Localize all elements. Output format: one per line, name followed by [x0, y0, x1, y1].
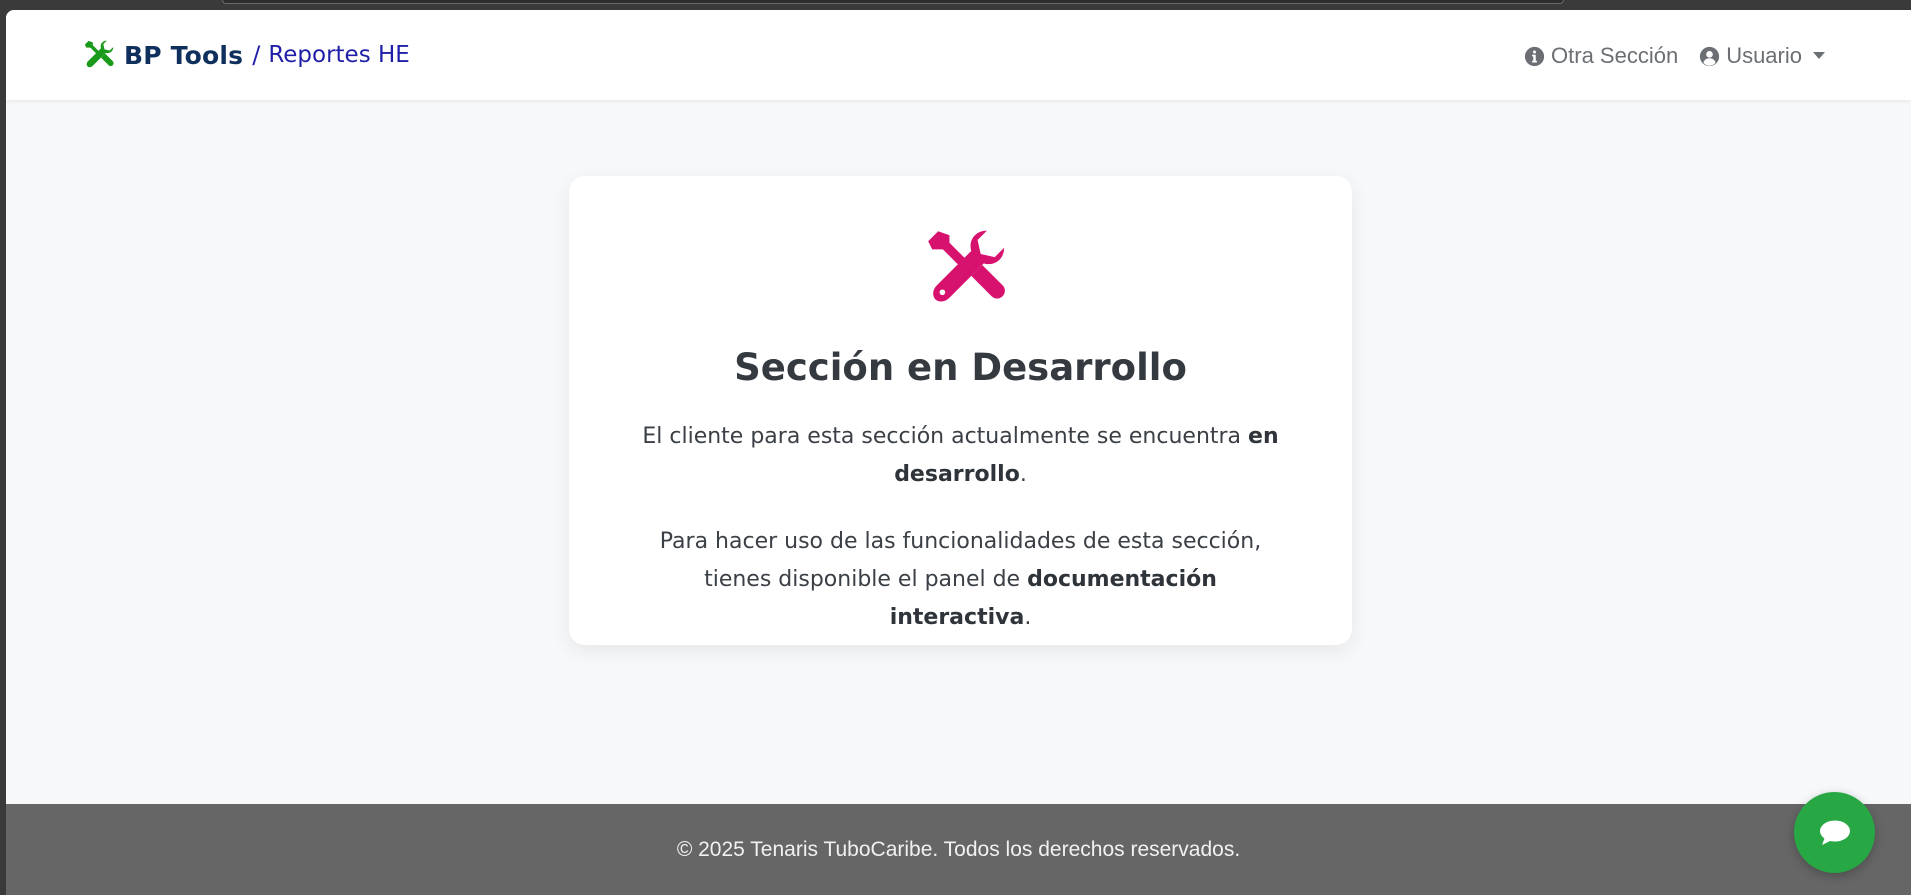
info-circle-icon — [1524, 46, 1545, 66]
nav-link-label: Otra Sección — [1551, 43, 1679, 68]
brand-separator: / — [252, 41, 261, 69]
browser-frame: BP Tools / Reportes HE Otra Sección Usua… — [0, 0, 1911, 895]
brand-name: BP Tools — [124, 40, 244, 70]
chat-bubble-icon — [1819, 820, 1850, 845]
card-title: Sección en Desarrollo — [734, 346, 1187, 389]
brand-subtitle: Reportes HE — [268, 42, 410, 68]
card-paragraph-1: El cliente para esta sección actualmente… — [633, 418, 1288, 494]
page: BP Tools / Reportes HE Otra Sección Usua… — [6, 10, 1911, 895]
navbar: BP Tools / Reportes HE Otra Sección Usua… — [6, 10, 1911, 100]
user-label: Usuario — [1726, 43, 1802, 68]
brand[interactable]: BP Tools / Reportes HE — [84, 37, 410, 73]
card-paragraph-2: Para hacer uso de las funcionalidades de… — [633, 523, 1288, 637]
development-notice-card: Sección en Desarrollo El cliente para es… — [569, 176, 1352, 645]
browser-address-strip — [222, 0, 1564, 4]
footer-copyright: © 2025 Tenaris TuboCaribe. Todos los der… — [676, 837, 1241, 861]
footer: © 2025 Tenaris TuboCaribe. Todos los der… — [6, 804, 1911, 895]
nav-link-otra-seccion[interactable]: Otra Sección — [1524, 43, 1678, 69]
tools-icon — [84, 40, 114, 68]
caret-down-icon — [1813, 52, 1825, 59]
tools-icon — [928, 230, 1005, 302]
user-circle-icon — [1700, 46, 1720, 66]
nav-links: Otra Sección Usuario — [1524, 38, 1825, 74]
user-dropdown-toggle[interactable]: Usuario — [1699, 43, 1825, 69]
paragraph-text: El cliente para esta sección actualmente… — [642, 424, 1249, 449]
paragraph-end: . — [1024, 605, 1032, 630]
chat-button[interactable] — [1794, 792, 1875, 873]
paragraph-end: . — [1019, 462, 1027, 487]
